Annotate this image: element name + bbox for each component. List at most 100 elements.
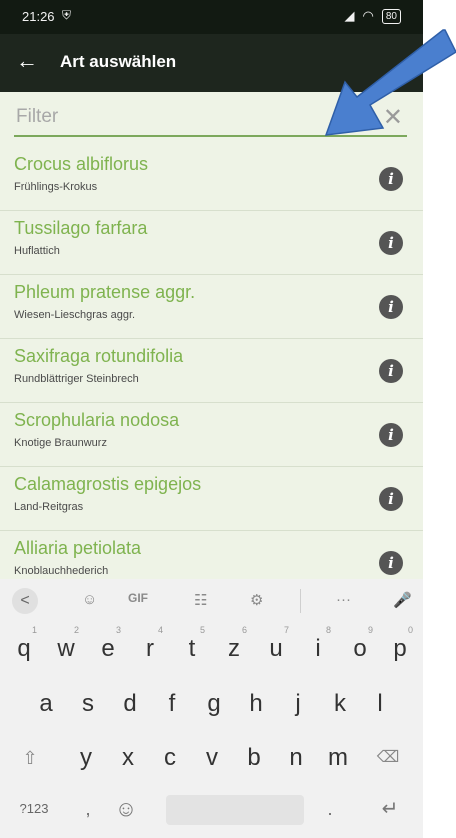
species-list: Crocus albiflorus Frühlings-Krokus i Tus… [0, 147, 423, 594]
species-common-name: Land-Reitgras [14, 501, 84, 513]
battery-icon: 80 [381, 8, 401, 24]
key-f[interactable]: f [152, 678, 192, 730]
filter-underline [14, 135, 407, 137]
page-title: Art auswählen [60, 52, 177, 71]
key-s[interactable]: s [68, 678, 108, 730]
key-j[interactable]: j [278, 678, 318, 730]
backspace-icon[interactable]: ⌫ [366, 732, 410, 784]
key-p[interactable]: p [380, 623, 420, 675]
key-w[interactable]: w [46, 623, 86, 675]
key-hint: 5 [200, 625, 206, 635]
key-n[interactable]: n [276, 732, 316, 784]
space-bar[interactable] [166, 795, 304, 825]
wifi-icon: ◠ [362, 8, 374, 23]
species-item[interactable]: Phleum pratense aggr. Wiesen-Lieschgras … [0, 275, 423, 339]
comma-key[interactable]: , [76, 783, 100, 835]
key-v[interactable]: v [192, 732, 232, 784]
species-scientific-name: Calamagrostis epigejos [14, 474, 202, 494]
species-common-name: Frühlings-Krokus [14, 181, 98, 193]
key-hint: 4 [158, 625, 164, 635]
key-hint: 6 [242, 625, 248, 635]
info-icon[interactable]: i [379, 487, 403, 511]
key-g[interactable]: g [194, 678, 234, 730]
species-common-name: Knoblauchhederich [14, 565, 109, 577]
key-x[interactable]: x [108, 732, 148, 784]
clipboard-icon[interactable]: ☷ [194, 591, 207, 609]
species-item[interactable]: Calamagrostis epigejos Land-Reitgras i [0, 467, 423, 531]
key-c[interactable]: c [150, 732, 190, 784]
key-hint: 8 [326, 625, 332, 635]
info-icon[interactable]: i [379, 231, 403, 255]
keyboard-row-4: ?123 , ☺ . ↵ [0, 783, 423, 835]
more-options-button[interactable]: ··· [336, 591, 351, 608]
close-icon[interactable]: ✕ [383, 103, 403, 132]
keyboard: < ☺ GIF ☷ ⚙ ··· 🎤 q1 w2 e3 r4 t5 z6 u7 i… [0, 579, 423, 838]
key-e[interactable]: e [88, 623, 128, 675]
species-scientific-name: Tussilago farfara [14, 218, 148, 238]
species-scientific-name: Crocus albiflorus [14, 154, 149, 174]
app-bar: ← Art auswählen [0, 34, 423, 92]
key-u[interactable]: u [256, 623, 296, 675]
back-arrow-icon[interactable]: ← [16, 48, 38, 74]
key-r[interactable]: r [130, 623, 170, 675]
settings-gear-icon[interactable]: ⚙ [250, 591, 263, 609]
keyboard-toolbar: < ☺ GIF ☷ ⚙ ··· 🎤 [0, 579, 423, 623]
info-icon[interactable]: i [379, 359, 403, 383]
period-key[interactable]: . [318, 783, 342, 835]
species-scientific-name: Scrophularia nodosa [14, 410, 180, 430]
filter-field: ✕ [14, 101, 407, 137]
species-item[interactable]: Saxifraga rotundifolia Rundblättriger St… [0, 339, 423, 403]
info-icon[interactable]: i [379, 295, 403, 319]
key-hint: 1 [32, 625, 38, 635]
key-m[interactable]: m [318, 732, 358, 784]
key-d[interactable]: d [110, 678, 150, 730]
signal-icon: ◢ [344, 8, 355, 23]
keyboard-row-1: q1 w2 e3 r4 t5 z6 u7 i8 o9 p0 [0, 623, 423, 675]
status-time: 21:26 [22, 9, 55, 24]
species-common-name: Knotige Braunwurz [14, 437, 107, 449]
keyboard-row-2: a s d f g h j k l [0, 678, 423, 730]
species-scientific-name: Alliaria petiolata [14, 538, 142, 558]
species-common-name: Rundblättriger Steinbrech [14, 373, 139, 385]
status-bar: 21:26 ⛨ ◢ ◠ 80 [0, 0, 423, 34]
key-hint: 3 [116, 625, 122, 635]
symbols-key[interactable]: ?123 [14, 783, 54, 835]
species-item[interactable]: Tussilago farfara Huflattich i [0, 211, 423, 275]
enter-icon[interactable]: ↵ [370, 783, 410, 835]
species-item[interactable]: Scrophularia nodosa Knotige Braunwurz i [0, 403, 423, 467]
key-z[interactable]: z [214, 623, 254, 675]
key-hint: 9 [368, 625, 374, 635]
species-item[interactable]: Crocus albiflorus Frühlings-Krokus i [0, 147, 423, 211]
key-o[interactable]: o [340, 623, 380, 675]
key-hint: 2 [74, 625, 80, 635]
species-common-name: Huflattich [14, 245, 60, 257]
key-h[interactable]: h [236, 678, 276, 730]
key-b[interactable]: b [234, 732, 274, 784]
info-icon[interactable]: i [379, 423, 403, 447]
shift-icon[interactable]: ⇧ [8, 732, 52, 784]
species-scientific-name: Phleum pratense aggr. [14, 282, 196, 302]
key-y[interactable]: y [66, 732, 106, 784]
info-icon[interactable]: i [379, 551, 403, 575]
microphone-icon[interactable]: 🎤 [393, 591, 412, 609]
key-k[interactable]: k [320, 678, 360, 730]
toolbar-divider [300, 589, 301, 613]
gif-button[interactable]: GIF [128, 591, 148, 605]
emoji-icon[interactable]: ☺ [106, 783, 146, 835]
collapse-keyboard-icon[interactable]: < [12, 588, 38, 614]
sticker-icon[interactable]: ☺ [82, 591, 97, 608]
species-common-name: Wiesen-Lieschgras aggr. [14, 309, 136, 321]
key-t[interactable]: t [172, 623, 212, 675]
key-l[interactable]: l [360, 678, 400, 730]
shield-icon: ⛨ [62, 8, 72, 22]
key-a[interactable]: a [26, 678, 66, 730]
key-hint: 7 [284, 625, 290, 635]
species-list-area: ✕ Crocus albiflorus Frühlings-Krokus i T… [0, 92, 423, 579]
phone-screen: 21:26 ⛨ ◢ ◠ 80 ← Art auswählen ✕ Crocus … [0, 0, 423, 838]
key-q[interactable]: q [4, 623, 44, 675]
filter-input[interactable] [14, 101, 356, 133]
keyboard-row-3: ⇧ y x c v b n m ⌫ [0, 732, 423, 784]
info-icon[interactable]: i [379, 167, 403, 191]
key-i[interactable]: i [298, 623, 338, 675]
key-hint: 0 [408, 625, 414, 635]
